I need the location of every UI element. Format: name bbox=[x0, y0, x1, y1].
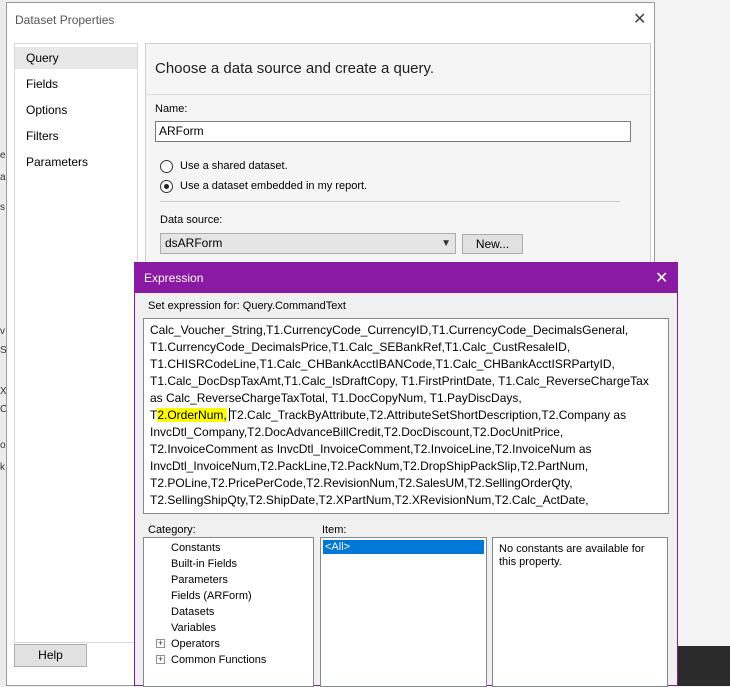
expression-line: T2.InvoiceComment as InvcDtl_InvoiceComm… bbox=[150, 442, 592, 456]
expand-plus-icon[interactable]: + bbox=[156, 639, 165, 648]
category-variables[interactable]: Variables bbox=[171, 620, 216, 636]
expression-line: T1.Calc_DocDspTaxAmt,T1.Calc_IsDraftCopy… bbox=[150, 374, 649, 388]
item-label: Item: bbox=[322, 524, 347, 536]
divider bbox=[146, 94, 650, 95]
divider bbox=[160, 201, 620, 202]
category-parameters[interactable]: Parameters bbox=[171, 572, 228, 588]
expression-line: T2.POLine,T2.PricePerCode,T2.RevisionNum… bbox=[150, 476, 573, 490]
name-input[interactable]: ARForm bbox=[155, 121, 631, 142]
category-label-text: Common Functions bbox=[171, 654, 267, 666]
nav-item-filters[interactable]: Filters bbox=[15, 125, 137, 147]
new-data-source-button[interactable]: New... bbox=[462, 234, 523, 254]
expression-line: T1.CHISRCodeLine,T1.Calc_CHBankAcctIBANC… bbox=[150, 357, 615, 371]
radio-button-checked[interactable] bbox=[160, 179, 173, 193]
description-box: No constants are available for this prop… bbox=[492, 537, 668, 687]
set-expression-label: Set expression for: Query.CommandText bbox=[148, 300, 346, 312]
window-title: Dataset Properties bbox=[15, 13, 115, 27]
radio-shared-dataset[interactable]: Use a shared dataset. bbox=[160, 158, 288, 174]
expression-line: Calc_Voucher_String,T1.CurrencyCode_Curr… bbox=[150, 323, 629, 337]
nav-item-query[interactable]: Query bbox=[15, 47, 137, 69]
radio-label: Use a shared dataset. bbox=[180, 160, 288, 172]
radio-embedded-dataset[interactable]: Use a dataset embedded in my report. bbox=[160, 178, 367, 194]
nav-item-options[interactable]: Options bbox=[15, 99, 137, 121]
expression-titlebar: Expression ✕ bbox=[135, 263, 677, 293]
item-all[interactable]: <All> bbox=[323, 540, 484, 554]
expression-line: InvcDtl_Company,T2.DocAdvanceBillCredit,… bbox=[150, 425, 564, 439]
nav-item-fields[interactable]: Fields bbox=[15, 73, 137, 95]
background-dark-area bbox=[676, 646, 730, 686]
query-panel: Choose a data source and create a query.… bbox=[145, 43, 651, 273]
category-common-functions[interactable]: + Common Functions bbox=[144, 652, 304, 668]
expression-line: T2.SellingShipQty,T2.ShipDate,T2.XPartNu… bbox=[150, 493, 589, 507]
chevron-down-icon: ▼ bbox=[441, 238, 451, 249]
expression-dialog: Expression ✕ Set expression for: Query.C… bbox=[134, 262, 678, 687]
properties-nav: Query Fields Options Filters Parameters bbox=[14, 43, 138, 643]
expression-line: InvcDtl_InvoiceNum,T2.PackLine,T2.PackNu… bbox=[150, 459, 589, 473]
item-list: <All> bbox=[320, 537, 487, 687]
name-label: Name: bbox=[155, 103, 188, 115]
category-datasets[interactable]: Datasets bbox=[171, 604, 214, 620]
close-icon[interactable]: ✕ bbox=[655, 268, 668, 288]
radio-label: Use a dataset embedded in my report. bbox=[180, 180, 368, 192]
expression-line-highlighted: T2.OrderNum, T2.Calc_TrackByAttribute,T2.… bbox=[150, 407, 664, 424]
category-built-in-fields[interactable]: Built-in Fields bbox=[171, 556, 237, 572]
highlighted-text: 2.OrderNum, bbox=[157, 408, 227, 422]
close-icon[interactable]: ✕ bbox=[633, 9, 646, 29]
category-list: Constants Built-in Fields Parameters Fie… bbox=[143, 537, 314, 687]
category-label: Category: bbox=[148, 524, 196, 536]
help-button[interactable]: Help bbox=[14, 644, 87, 667]
expand-plus-icon[interactable]: + bbox=[156, 655, 165, 664]
data-source-select[interactable]: dsARForm ▼ bbox=[160, 233, 456, 254]
expression-editor[interactable]: Calc_Voucher_String,T1.CurrencyCode_Curr… bbox=[143, 318, 669, 514]
nav-item-parameters[interactable]: Parameters bbox=[15, 151, 137, 173]
category-operators[interactable]: + Operators bbox=[144, 636, 304, 652]
radio-button[interactable] bbox=[160, 159, 173, 173]
data-source-label: Data source: bbox=[160, 214, 223, 226]
category-fields[interactable]: Fields (ARForm) bbox=[171, 588, 252, 604]
data-source-value: dsARForm bbox=[165, 236, 223, 250]
expression-line: as Calc_ReverseChargeTaxTotal, T1.DocCop… bbox=[150, 391, 522, 405]
category-constants[interactable]: Constants bbox=[171, 540, 221, 556]
dialog-title: Expression bbox=[144, 271, 204, 285]
expression-line: T1.CurrencyCode_DecimalsPrice,T1.Calc_SE… bbox=[150, 340, 571, 354]
category-label-text: Operators bbox=[171, 638, 220, 650]
line-rest: T2.Calc_TrackByAttribute,T2.AttributeSet… bbox=[229, 408, 627, 422]
panel-heading: Choose a data source and create a query. bbox=[155, 60, 435, 77]
